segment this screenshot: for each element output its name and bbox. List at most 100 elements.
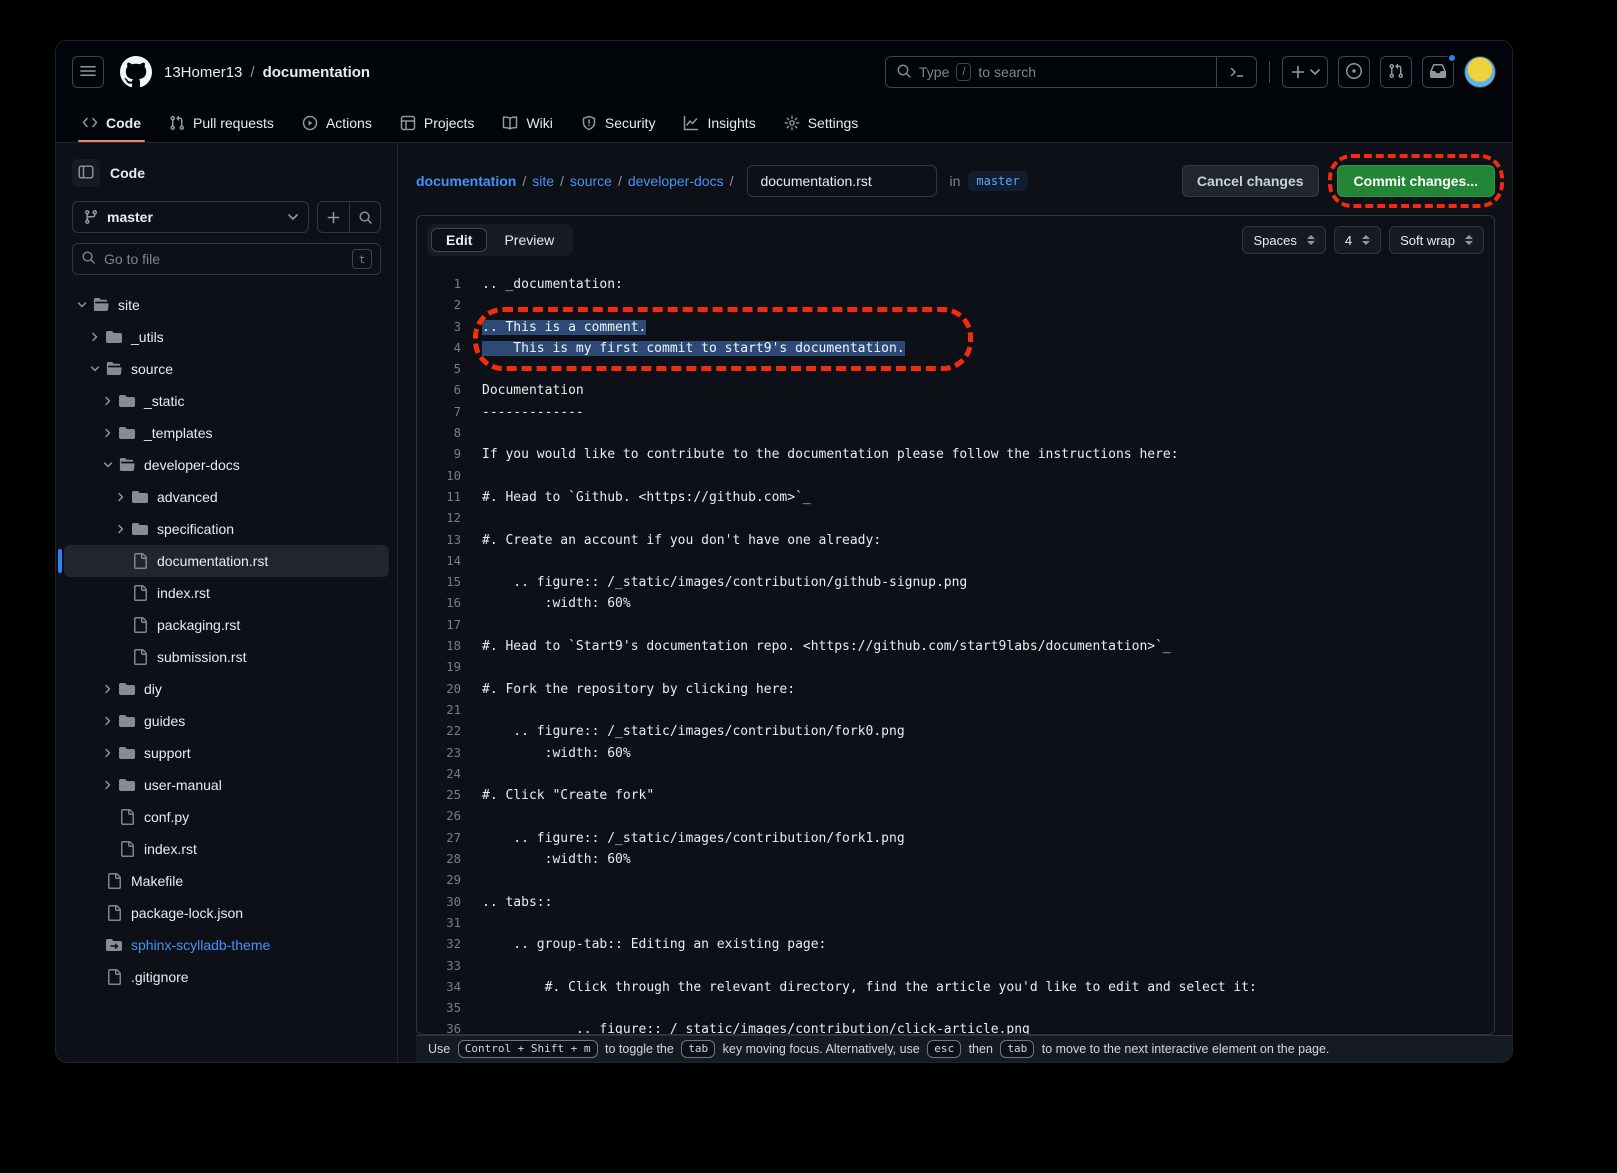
code-line-16[interactable]: 16 :width: 60% [417, 593, 1494, 614]
code-line-26[interactable]: 26 [417, 806, 1494, 827]
search-tree-button[interactable] [349, 202, 380, 232]
issues-button[interactable] [1338, 56, 1370, 88]
tree-folder-user-manual[interactable]: user-manual [64, 769, 389, 801]
code-line-8[interactable]: 8 [417, 423, 1494, 444]
tree-folder-advanced[interactable]: advanced [64, 481, 389, 513]
statusbar-text: to move to the next interactive element … [1038, 1042, 1329, 1056]
tree-file-.gitignore[interactable]: .gitignore [64, 961, 389, 993]
tree-file-documentation.rst[interactable]: documentation.rst [64, 545, 389, 577]
code-line-34[interactable]: 34 #. Click through the relevant directo… [417, 977, 1494, 998]
tree-folder-developer-docs[interactable]: developer-docs [64, 449, 389, 481]
code-line-35[interactable]: 35 [417, 998, 1494, 1019]
collapse-sidebar-button[interactable] [72, 159, 100, 187]
tab-edit[interactable]: Edit [431, 228, 487, 252]
tab-settings[interactable]: Settings [774, 103, 869, 142]
code-line-1[interactable]: 1.. _documentation: [417, 274, 1494, 295]
tree-file-packaging.rst[interactable]: packaging.rst [64, 609, 389, 641]
indent-size-value: 4 [1345, 233, 1352, 248]
tree-folder-specification[interactable]: specification [64, 513, 389, 545]
user-avatar[interactable] [1464, 56, 1496, 88]
tree-folder-support[interactable]: support [64, 737, 389, 769]
code-line-2[interactable]: 2 [417, 295, 1494, 316]
branch-selector[interactable]: master [72, 201, 309, 233]
code-line-19[interactable]: 19 [417, 657, 1494, 678]
indent-mode-select[interactable]: Spaces [1242, 226, 1325, 254]
command-palette-button[interactable] [1216, 57, 1256, 87]
commit-changes-button[interactable]: Commit changes... [1337, 165, 1495, 197]
pull-requests-button[interactable] [1380, 56, 1412, 88]
breadcrumb-segment-source[interactable]: source [570, 173, 612, 189]
tree-folder-_static[interactable]: _static [64, 385, 389, 417]
code-line-28[interactable]: 28 :width: 60% [417, 849, 1494, 870]
new-file-button[interactable] [318, 202, 349, 232]
code-line-29[interactable]: 29 [417, 870, 1494, 891]
code-line-7[interactable]: 7------------- [417, 402, 1494, 423]
code-line-25[interactable]: 25#. Click "Create fork" [417, 785, 1494, 806]
notifications-inbox-button[interactable] [1422, 56, 1454, 88]
tree-file-package-lock.json[interactable]: package-lock.json [64, 897, 389, 929]
code-line-9[interactable]: 9If you would like to contribute to the … [417, 444, 1494, 465]
tree-folder-_utils[interactable]: _utils [64, 321, 389, 353]
wrap-mode-select[interactable]: Soft wrap [1389, 226, 1484, 254]
create-new-button[interactable] [1282, 56, 1328, 88]
global-search-input[interactable]: Type / to search [885, 56, 1257, 88]
tree-folder-diy[interactable]: diy [64, 673, 389, 705]
code-line-15[interactable]: 15 .. figure:: /_static/images/contribut… [417, 572, 1494, 593]
tree-file-Makefile[interactable]: Makefile [64, 865, 389, 897]
code-line-32[interactable]: 32 .. group-tab:: Editing an existing pa… [417, 934, 1494, 955]
code-line-22[interactable]: 22 .. figure:: /_static/images/contribut… [417, 721, 1494, 742]
owner-link[interactable]: 13Homer13 [164, 64, 242, 81]
goto-file-input[interactable]: Go to file t [72, 243, 381, 275]
code-line-5[interactable]: 5 [417, 359, 1494, 380]
code-line-4[interactable]: 4 This is my first commit to start9's do… [417, 338, 1494, 359]
tab-security[interactable]: Security [571, 103, 666, 142]
indent-size-select[interactable]: 4 [1334, 226, 1381, 254]
code-line-31[interactable]: 31 [417, 913, 1494, 934]
code-line-13[interactable]: 13#. Create an account if you don't have… [417, 530, 1494, 551]
tree-folder-guides[interactable]: guides [64, 705, 389, 737]
breadcrumb-segment-developer-docs[interactable]: developer-docs [628, 173, 724, 189]
code-line-20[interactable]: 20#. Fork the repository by clicking her… [417, 679, 1494, 700]
code-line-23[interactable]: 23 :width: 60% [417, 743, 1494, 764]
tab-wiki[interactable]: Wiki [492, 103, 562, 142]
code-line-21[interactable]: 21 [417, 700, 1494, 721]
tab-insights[interactable]: Insights [673, 103, 765, 142]
tab-pull-requests[interactable]: Pull requests [159, 103, 284, 142]
breadcrumb-segment-documentation[interactable]: documentation [416, 173, 516, 189]
tree-folder-site[interactable]: site [64, 289, 389, 321]
tab-preview[interactable]: Preview [489, 228, 569, 252]
code-line-33[interactable]: 33 [417, 956, 1494, 977]
tree-file-sphinx-scylladb-theme[interactable]: sphinx-scylladb-theme [64, 929, 389, 961]
code-line-11[interactable]: 11#. Head to `Github. <https://github.co… [417, 487, 1494, 508]
code-line-6[interactable]: 6Documentation [417, 380, 1494, 401]
code-line-30[interactable]: 30.. tabs:: [417, 892, 1494, 913]
breadcrumb-segment-site[interactable]: site [532, 173, 554, 189]
file-tree: site_utilssource_static_templatesdevelop… [64, 289, 389, 993]
tab-projects[interactable]: Projects [390, 103, 485, 142]
tree-item-label: index.rst [144, 841, 197, 857]
code-line-14[interactable]: 14 [417, 551, 1494, 572]
code-line-10[interactable]: 10 [417, 466, 1494, 487]
cancel-changes-button[interactable]: Cancel changes [1182, 165, 1319, 197]
code-line-3[interactable]: 3.. This is a comment. [417, 317, 1494, 338]
code-line-36[interactable]: 36 .. figure:: /_static/images/contribut… [417, 1019, 1494, 1034]
tab-actions[interactable]: Actions [292, 103, 382, 142]
code-line-27[interactable]: 27 .. figure:: /_static/images/contribut… [417, 828, 1494, 849]
repo-link[interactable]: documentation [263, 64, 371, 81]
tab-code[interactable]: Code [72, 103, 151, 142]
tree-folder-_templates[interactable]: _templates [64, 417, 389, 449]
tree-file-index.rst[interactable]: index.rst [64, 577, 389, 609]
play-icon [302, 115, 318, 131]
tree-file-submission.rst[interactable]: submission.rst [64, 641, 389, 673]
tree-folder-source[interactable]: source [64, 353, 389, 385]
code-editor-content[interactable]: 1.. _documentation:23.. This is a commen… [417, 264, 1494, 1034]
code-line-12[interactable]: 12 [417, 508, 1494, 529]
filename-input[interactable] [747, 165, 937, 197]
tree-file-index.rst[interactable]: index.rst [64, 833, 389, 865]
github-logo-icon[interactable] [120, 56, 152, 88]
code-line-18[interactable]: 18#. Head to `Start9's documentation rep… [417, 636, 1494, 657]
code-line-24[interactable]: 24 [417, 764, 1494, 785]
hamburger-menu-button[interactable] [72, 56, 104, 88]
code-line-17[interactable]: 17 [417, 615, 1494, 636]
tree-file-conf.py[interactable]: conf.py [64, 801, 389, 833]
